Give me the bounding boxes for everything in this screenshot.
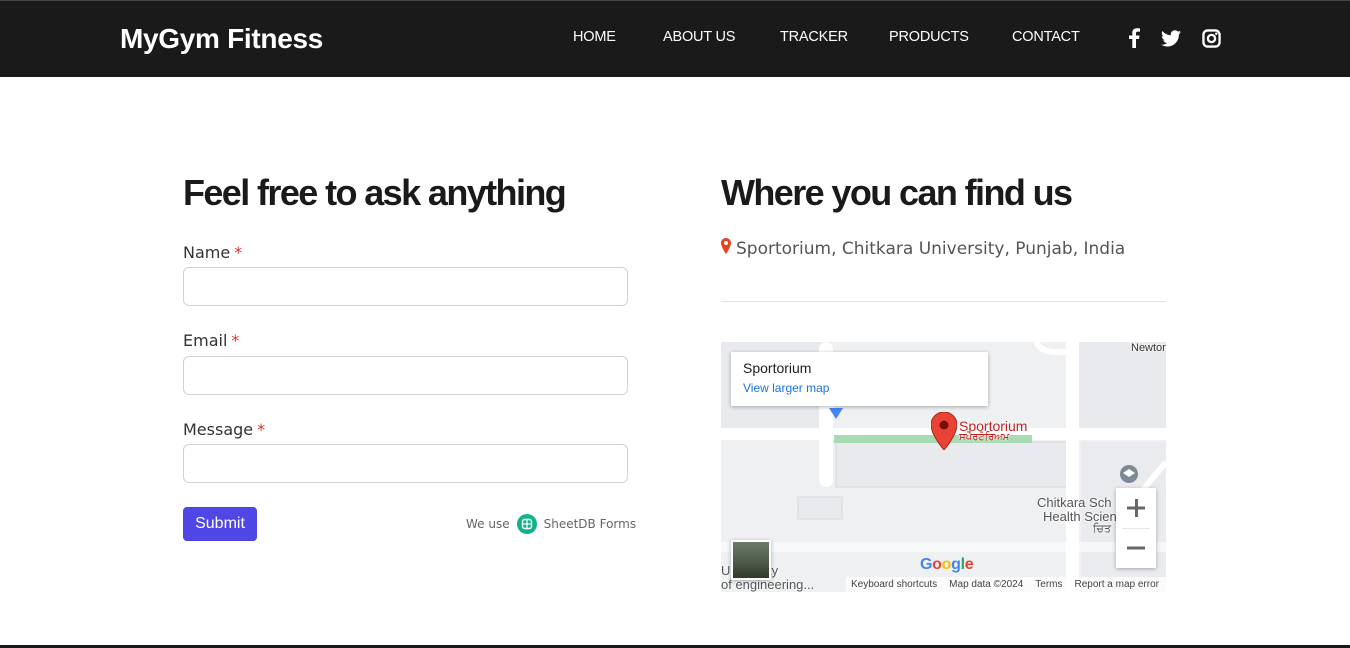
required-mark: * [257,420,266,439]
map-place-card: Sportorium View larger map [731,352,988,406]
sheetdb-name: SheetDB Forms [543,517,637,531]
sheetdb-credit[interactable]: We use SheetDB Forms [466,513,636,535]
nav-tracker-link[interactable]: TRACKER [780,29,848,45]
map-place-label-local: ਚਿਤ [1093,523,1111,535]
zoom-in-icon[interactable] [1116,488,1156,528]
brand-logo[interactable]: MyGym Fitness [120,23,323,55]
map-attribution-bar: Keyboard shortcuts Map data ©2024 Terms … [846,577,1166,592]
section-divider [721,301,1166,302]
view-larger-map-link[interactable]: View larger map [743,381,976,395]
map-pin-label-local: ਸਪੋਰਟੋਰਿਅਮ [959,432,1010,443]
navbar: MyGym Fitness HOME ABOUT US TRACKER PROD… [0,0,1350,77]
name-label: Name * [183,243,243,262]
location-heading: Where you can find us [721,172,1073,213]
map-marker-icon [721,238,731,259]
required-mark: * [234,243,243,262]
name-input[interactable] [183,267,628,306]
embedded-map[interactable]: Sportorium View larger map Sportorium ਸਪ… [721,342,1166,592]
nav-products-link[interactable]: PRODUCTS [889,29,969,45]
twitter-icon[interactable] [1160,27,1182,49]
contact-heading: Feel free to ask anything [183,172,567,213]
report-map-error-link[interactable]: Report a map error [1075,579,1159,590]
map-zoom-controls [1116,488,1156,568]
message-label: Message * [183,420,266,439]
map-place-label-line1: Chitkara Sch [1037,495,1112,510]
map-card-title: Sportorium [743,360,812,376]
sheetdb-prefix: We use [466,517,510,531]
message-input[interactable] [183,444,628,483]
map-data-text: Map data ©2024 [949,579,1024,590]
required-mark: * [231,331,240,350]
email-label: Email * [183,331,240,350]
google-logo: Google [920,556,974,573]
map-pin-icon[interactable] [930,411,958,451]
nav-about-link[interactable]: ABOUT US [663,29,735,45]
street-view-thumbnail[interactable] [731,540,771,580]
map-place-label-line2: Health Scien [1043,509,1117,524]
nav-home-link[interactable]: HOME [573,29,616,45]
sheetdb-logo-icon [516,514,537,534]
address-line: Sportorium, Chitkara University, Punjab,… [721,238,1125,259]
terms-link[interactable]: Terms [1035,579,1062,590]
instagram-icon[interactable] [1200,27,1222,49]
address-text: Sportorium, Chitkara University, Punjab,… [736,238,1126,259]
email-input[interactable] [183,356,628,395]
keyboard-shortcuts-link[interactable]: Keyboard shortcuts [851,579,937,590]
map-corner-label: Newtor [1131,342,1166,354]
nav-contact-link[interactable]: CONTACT [1012,29,1080,45]
facebook-icon[interactable] [1123,27,1145,49]
submit-button[interactable]: Submit [183,507,257,541]
zoom-out-icon[interactable] [1116,528,1156,568]
